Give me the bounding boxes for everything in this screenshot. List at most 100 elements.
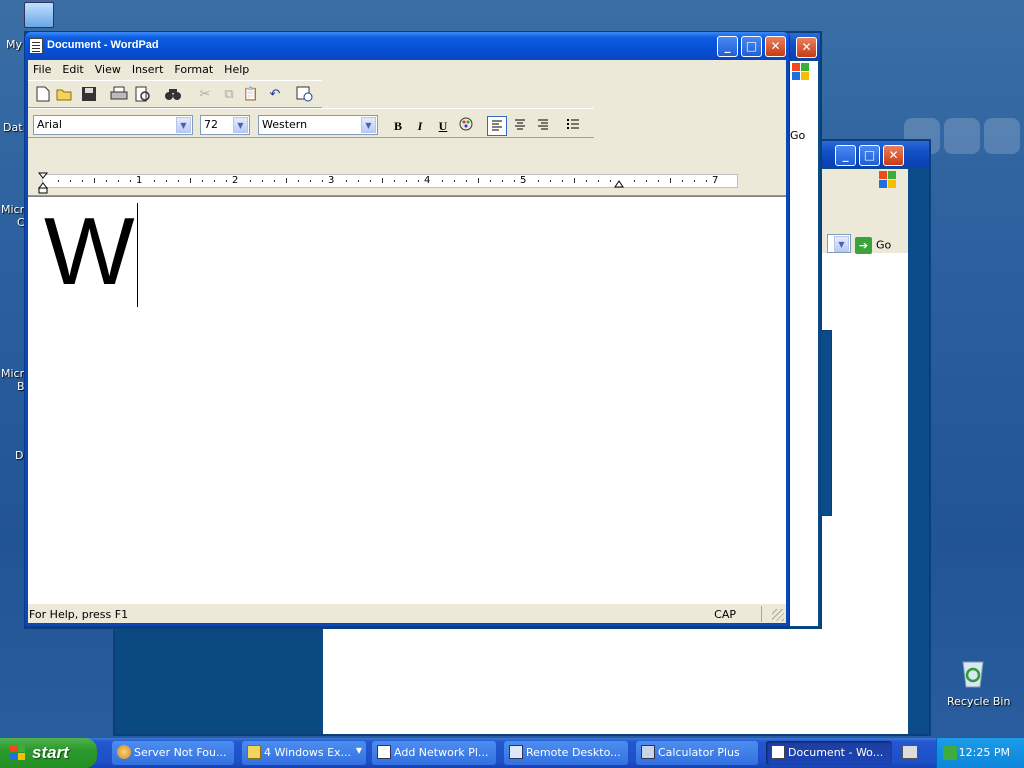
undo-icon[interactable]: ↶ (266, 86, 284, 104)
document-text[interactable]: W (44, 197, 135, 307)
ruler-tick (262, 180, 263, 182)
browser-icon (117, 745, 131, 759)
bold-button[interactable]: B (388, 116, 408, 136)
chevron-down-icon[interactable]: ▼ (361, 117, 376, 133)
ruler-tick (70, 180, 71, 182)
ruler-tick (466, 180, 467, 182)
italic-button[interactable]: I (410, 116, 430, 136)
maximize-button[interactable]: □ (741, 36, 762, 57)
menu-help[interactable]: Help (219, 60, 255, 76)
decorative-square (984, 118, 1020, 154)
bullets-button[interactable] (563, 116, 583, 136)
open-icon[interactable] (56, 86, 74, 104)
taskbar-button[interactable]: Server Not Fou... (112, 741, 234, 765)
left-indent-marker[interactable] (37, 172, 49, 194)
close-button[interactable]: ✕ (796, 37, 817, 58)
document-area[interactable]: W (28, 196, 786, 603)
color-palette-icon[interactable] (456, 116, 476, 136)
wordpad-titlebar[interactable]: Document - WordPad _ □ ✕ (25, 32, 789, 60)
keyboard-icon[interactable] (902, 745, 918, 759)
chevron-down-icon[interactable]: ▼ (233, 117, 248, 133)
find-icon[interactable] (164, 86, 182, 104)
resize-grip-icon[interactable] (772, 609, 784, 621)
menu-file[interactable]: File (28, 60, 57, 76)
minimize-button[interactable]: _ (835, 145, 856, 166)
menu-view[interactable]: View (90, 60, 127, 76)
menu-bar: File Edit View Insert Format Help (28, 60, 786, 80)
network-place-icon (377, 745, 391, 759)
taskbar-button[interactable]: 4 Windows Ex... ▼ (242, 741, 366, 765)
print-icon[interactable] (110, 86, 128, 104)
ruler-tick (442, 180, 443, 182)
wordpad-app-icon[interactable] (29, 38, 43, 54)
cut-icon[interactable]: ✂ (196, 86, 214, 104)
caps-lock-indicator: CAP (714, 608, 736, 621)
right-indent-marker[interactable] (614, 180, 624, 190)
text-cursor (137, 203, 138, 307)
taskbar-button-label: Server Not Fou... (134, 746, 227, 759)
date-time-icon[interactable] (296, 86, 314, 104)
taskbar-button[interactable]: Remote Deskto... (504, 741, 628, 765)
close-button[interactable]: ✕ (765, 36, 786, 57)
ruler-tick (586, 180, 587, 182)
ruler-number: 2 (232, 175, 239, 186)
ruler-tick (358, 180, 359, 182)
background-window-3-edge (820, 330, 832, 516)
ruler-tick (118, 180, 119, 182)
font-size-select[interactable]: 72 ▼ (200, 115, 250, 135)
address-dropdown[interactable]: ▼ (827, 234, 851, 253)
chevron-down-icon: ▼ (355, 746, 362, 755)
ruler-tick (250, 180, 251, 182)
chevron-down-icon[interactable]: ▼ (176, 117, 191, 133)
font-size-value: 72 (204, 118, 218, 131)
start-label: start (32, 743, 69, 762)
taskbar-button[interactable]: Add Network Pl... (372, 741, 496, 765)
new-icon[interactable] (34, 86, 52, 104)
ruler-tick (106, 180, 107, 182)
data-label[interactable]: Dat (3, 121, 23, 134)
maximize-button[interactable]: □ (859, 145, 880, 166)
wordpad-window[interactable]: Document - WordPad _ □ ✕ File Edit View Ins… (24, 31, 790, 627)
ruler-tick (454, 180, 455, 182)
taskbar-button[interactable]: Calculator Plus (636, 741, 758, 765)
recycle-bin-icon[interactable] (960, 658, 986, 688)
start-button[interactable]: start (0, 738, 97, 768)
ruler-tick (382, 178, 383, 183)
menu-edit[interactable]: Edit (57, 60, 89, 76)
menu-insert[interactable]: Insert (127, 60, 170, 76)
align-left-button[interactable] (487, 116, 507, 136)
clock[interactable]: 12:25 PM (959, 746, 1010, 759)
ruler-tick (538, 180, 539, 182)
ruler-tick (346, 180, 347, 182)
folder-icon (247, 745, 261, 759)
print-preview-icon[interactable] (134, 86, 152, 104)
menu-format[interactable]: Format (169, 60, 219, 76)
copy-icon[interactable]: ⧉ (220, 86, 238, 104)
ruler-tick (202, 180, 203, 182)
my-computer-label[interactable]: My (6, 38, 22, 51)
close-button[interactable]: ✕ (883, 145, 904, 166)
ruler-tick (670, 178, 671, 183)
align-right-button[interactable] (533, 116, 553, 136)
script-select[interactable]: Western ▼ (258, 115, 378, 135)
go-button[interactable]: Go (790, 129, 805, 142)
ruler[interactable]: 1 2 3 4 5 7 (28, 170, 786, 196)
paste-icon[interactable]: 📋 (242, 86, 260, 104)
taskbar: start Server Not Fou... 4 Windows Ex... … (0, 738, 1024, 768)
align-center-button[interactable] (510, 116, 530, 136)
go-button[interactable]: ➔ Go (855, 237, 891, 254)
d-label[interactable]: D (15, 449, 23, 462)
ruler-tick (634, 180, 635, 182)
underline-button[interactable]: U (433, 116, 453, 136)
my-computer-icon[interactable] (24, 2, 54, 28)
recycle-bin-label[interactable]: Recycle Bin (947, 695, 1010, 708)
taskbar-button-active[interactable]: Document - Wo... (766, 741, 892, 765)
save-icon[interactable] (80, 86, 98, 104)
network-tray-icon[interactable] (943, 746, 957, 760)
ruler-number: 7 (712, 175, 719, 186)
calculator-icon (641, 745, 655, 759)
minimize-button[interactable]: _ (717, 36, 738, 57)
ruler-tick (658, 180, 659, 182)
font-name-select[interactable]: Arial ▼ (33, 115, 193, 135)
ruler-tick (94, 178, 95, 183)
